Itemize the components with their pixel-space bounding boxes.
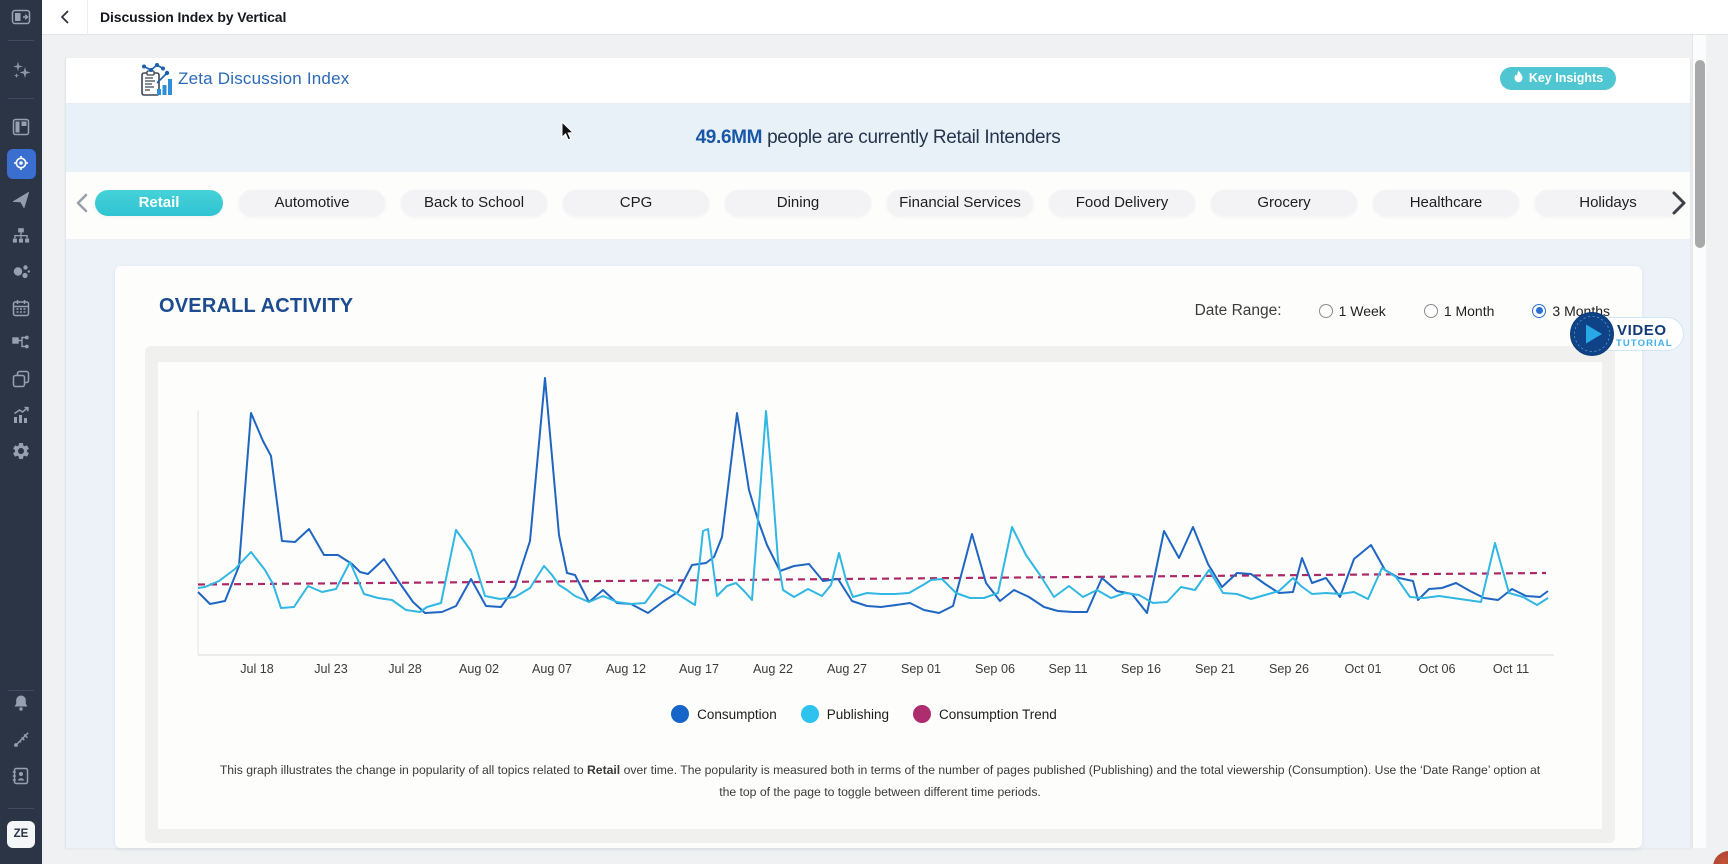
svg-text:Oct 01: Oct 01: [1344, 662, 1381, 676]
svg-text:Aug 27: Aug 27: [827, 662, 867, 676]
svg-text:Aug 02: Aug 02: [459, 662, 499, 676]
svg-text:Aug 22: Aug 22: [753, 662, 793, 676]
svg-text:Oct 11: Oct 11: [1493, 662, 1529, 676]
svg-text:Aug 12: Aug 12: [606, 662, 646, 676]
svg-text:Jul 28: Jul 28: [388, 662, 422, 676]
svg-text:Sep 11: Sep 11: [1049, 662, 1088, 676]
svg-text:Aug 07: Aug 07: [532, 662, 572, 676]
svg-text:Jul 18: Jul 18: [240, 662, 274, 676]
svg-text:Jul 23: Jul 23: [314, 662, 348, 676]
svg-text:Sep 06: Sep 06: [975, 662, 1015, 676]
svg-text:Sep 26: Sep 26: [1269, 662, 1309, 676]
svg-text:Sep 16: Sep 16: [1121, 662, 1161, 676]
svg-text:Sep 21: Sep 21: [1195, 662, 1235, 676]
svg-text:Aug 17: Aug 17: [679, 662, 719, 676]
svg-text:Sep 01: Sep 01: [901, 662, 941, 676]
svg-text:Oct 06: Oct 06: [1418, 662, 1455, 676]
